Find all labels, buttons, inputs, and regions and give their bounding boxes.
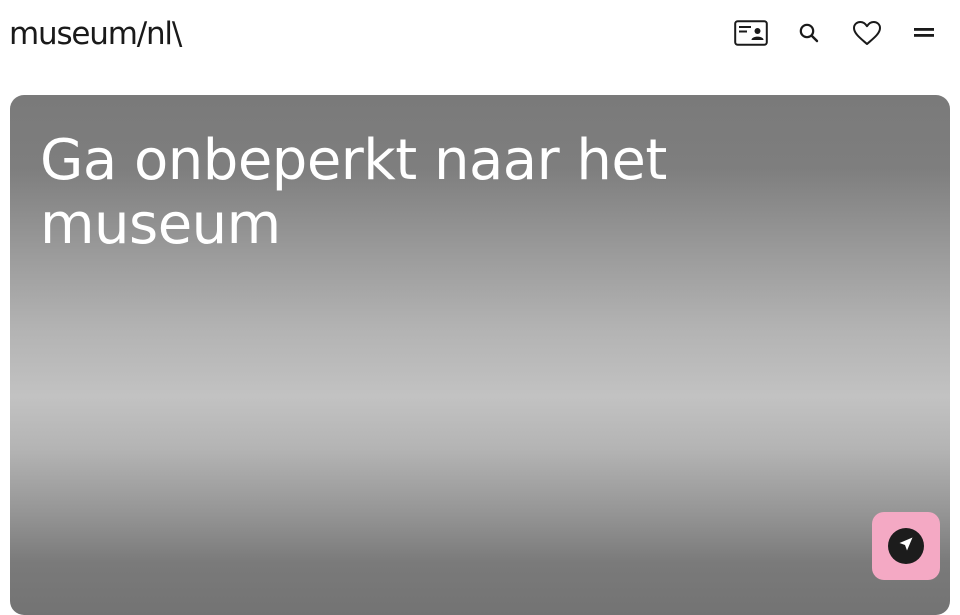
menu-button[interactable] [908,16,942,50]
museumkaart-button[interactable] [734,16,768,50]
heart-icon [852,20,882,46]
hero-title: Ga onbeperkt naar het museum [40,128,667,257]
search-icon [798,22,820,44]
hero-banner: Ga onbeperkt naar het museum [10,95,950,615]
search-button[interactable] [792,16,826,50]
favorites-button[interactable] [850,16,884,50]
site-header: museum/nl\ [0,0,960,72]
menu-icon [914,26,936,40]
museumkaart-card-icon [734,20,768,46]
navigation-arrow-icon [897,535,915,558]
site-logo[interactable]: museum/nl\ [9,14,182,54]
route-button[interactable] [872,512,940,580]
header-actions [734,16,942,50]
route-button-circle [888,528,924,564]
